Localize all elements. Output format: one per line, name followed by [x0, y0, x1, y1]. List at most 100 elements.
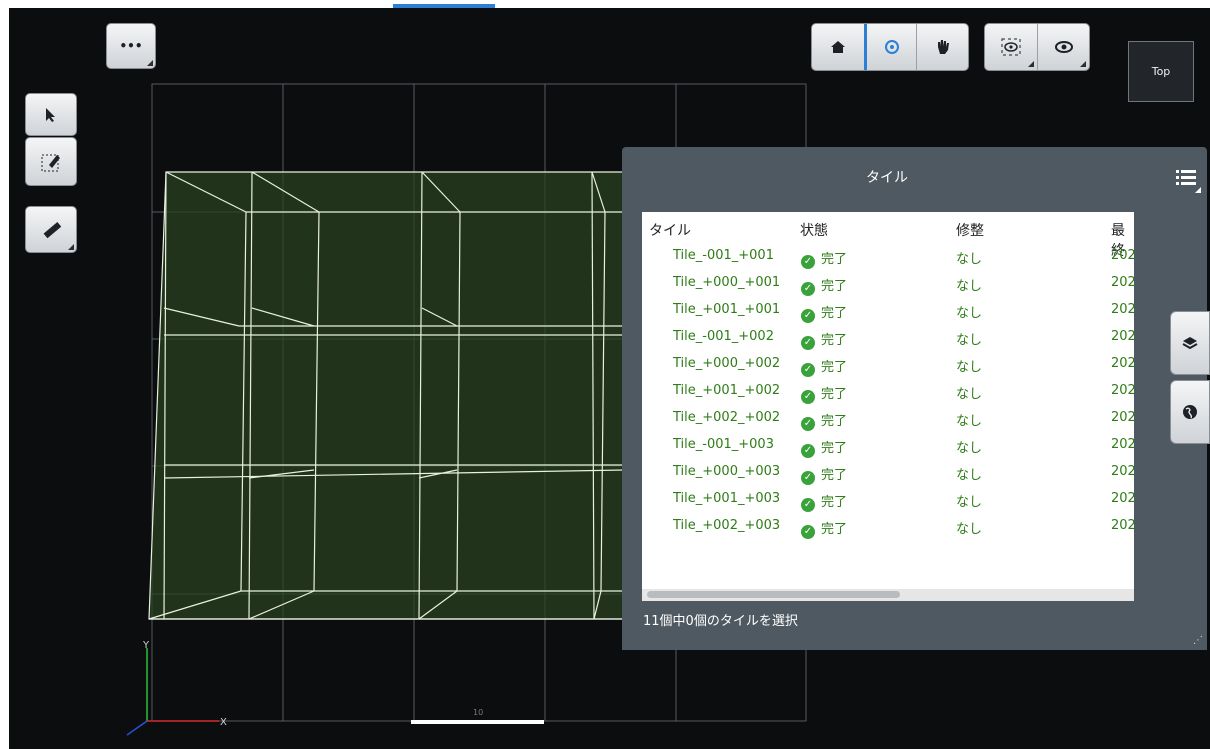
tile-name: Tile_+001_+002 [673, 383, 781, 398]
layers-tab[interactable] [1170, 311, 1210, 375]
focus-view-button[interactable] [985, 24, 1037, 70]
check-circle-icon: ✓ [801, 471, 815, 485]
check-circle-icon: ✓ [801, 336, 815, 350]
fix-cell: なし [956, 252, 983, 267]
fix-cell: なし [956, 468, 983, 483]
last-cell: 202 [1111, 275, 1134, 290]
column-header-tile[interactable]: タイル [649, 220, 691, 240]
tiles-panel: タイル タイル 状態 修整 最終 Tile_-001_+001 ✓ 完了 なし 202 T… [622, 147, 1207, 650]
table-row[interactable]: Tile_-001_+003 ✓ 完了 なし 202 [642, 433, 1134, 460]
last-cell: 202 [1111, 491, 1134, 506]
pan-button[interactable] [916, 24, 968, 70]
last-cell: 202 [1111, 329, 1134, 344]
fix-cell: なし [956, 387, 983, 402]
last-cell: 202 [1111, 437, 1134, 452]
cursor-icon [46, 107, 55, 122]
view-toolbar [984, 23, 1090, 71]
status-text: 完了 [821, 441, 848, 456]
status-cell: ✓ 完了 [801, 518, 847, 539]
tile-name: Tile_-001_+003 [673, 437, 774, 452]
visibility-button[interactable] [1037, 24, 1089, 70]
panel-title: タイル [866, 170, 908, 186]
status-text: 完了 [821, 414, 848, 429]
check-circle-icon: ✓ [801, 363, 815, 377]
status-text: 完了 [821, 333, 848, 348]
status-cell: ✓ 完了 [801, 356, 847, 377]
more-icon: ••• [119, 39, 143, 53]
tiles-table[interactable]: タイル 状態 修整 最終 Tile_-001_+001 ✓ 完了 なし 202 Tile_… [642, 212, 1134, 601]
edit-region-button[interactable] [25, 137, 77, 186]
status-text: 完了 [821, 387, 848, 402]
last-cell: 202 [1111, 248, 1134, 263]
tile-name: Tile_-001_+001 [673, 248, 774, 263]
table-row[interactable]: Tile_-001_+002 ✓ 完了 なし 202 [642, 325, 1134, 352]
table-row[interactable]: Tile_+002_+002 ✓ 完了 なし 202 [642, 406, 1134, 433]
status-cell: ✓ 完了 [801, 302, 847, 323]
status-cell: ✓ 完了 [801, 383, 847, 404]
home-view-button[interactable] [812, 24, 864, 70]
globe-icon [1183, 405, 1197, 419]
table-row[interactable]: Tile_+000_+003 ✓ 完了 なし 202 [642, 460, 1134, 487]
x-axis-label: X [220, 717, 227, 728]
tile-name: Tile_+002_+002 [673, 410, 781, 425]
home-icon [831, 41, 845, 53]
column-header-status[interactable]: 状態 [800, 220, 828, 240]
status-text: 完了 [821, 360, 848, 375]
status-text: 完了 [821, 279, 848, 294]
table-row[interactable]: Tile_+001_+001 ✓ 完了 なし 202 [642, 298, 1134, 325]
status-cell: ✓ 完了 [801, 437, 847, 458]
fix-cell: なし [956, 333, 983, 348]
table-row[interactable]: Tile_+002_+003 ✓ 完了 なし 202 [642, 514, 1134, 541]
status-cell: ✓ 完了 [801, 248, 847, 269]
last-cell: 202 [1111, 518, 1134, 533]
resize-grip[interactable]: ⋰ [1193, 635, 1203, 646]
tile-name: Tile_+000_+001 [673, 275, 781, 290]
y-axis-label: Y [142, 640, 150, 651]
eye-icon [1054, 41, 1073, 53]
table-row[interactable]: Tile_-001_+001 ✓ 完了 なし 202 [642, 244, 1134, 271]
navigation-toolbar [811, 23, 969, 71]
check-circle-icon: ✓ [801, 309, 815, 323]
layers-icon [1182, 337, 1198, 350]
fix-cell: なし [956, 495, 983, 510]
table-row[interactable]: Tile_+000_+001 ✓ 完了 なし 202 [642, 271, 1134, 298]
ruler-icon [43, 221, 61, 238]
globe-tab[interactable] [1170, 380, 1210, 444]
tile-name: Tile_+000_+003 [673, 464, 781, 479]
orbit-button[interactable] [864, 24, 916, 70]
view-cube-label: Top [1151, 65, 1171, 78]
status-text: 完了 [821, 495, 848, 510]
fix-cell: なし [956, 279, 983, 294]
status-cell: ✓ 完了 [801, 329, 847, 350]
scrollbar-thumb[interactable] [647, 591, 900, 598]
more-options-button[interactable]: ••• [106, 23, 156, 69]
last-cell: 202 [1111, 383, 1134, 398]
column-header-fix[interactable]: 修整 [956, 220, 984, 240]
table-row[interactable]: Tile_+001_+003 ✓ 完了 なし 202 [642, 487, 1134, 514]
tile-name: Tile_+001_+003 [673, 491, 781, 506]
tile-name: Tile_+001_+001 [673, 302, 781, 317]
select-tool-button[interactable] [25, 93, 77, 136]
view-cube-top[interactable]: Top [1128, 41, 1194, 102]
table-row[interactable]: Tile_+001_+002 ✓ 完了 なし 202 [642, 379, 1134, 406]
tile-volumes [148, 171, 625, 620]
horizontal-scrollbar[interactable] [642, 589, 1134, 601]
status-cell: ✓ 完了 [801, 491, 847, 512]
check-circle-icon: ✓ [801, 444, 815, 458]
tile-name: Tile_+002_+003 [673, 518, 781, 533]
focus-view-icon [1001, 38, 1021, 56]
selection-status: 11個中0個のタイルを選択 [643, 614, 798, 629]
status-text: 完了 [821, 252, 848, 267]
fix-cell: なし [956, 360, 983, 375]
status-cell: ✓ 完了 [801, 275, 847, 296]
check-circle-icon: ✓ [801, 282, 815, 296]
status-text: 完了 [821, 306, 848, 321]
panel-menu-button[interactable] [1165, 155, 1207, 199]
orbit-icon [884, 40, 899, 54]
table-header: タイル 状態 修整 最終 [642, 212, 1134, 259]
scale-bar [411, 720, 544, 724]
measure-tool-button[interactable] [25, 206, 77, 253]
check-circle-icon: ✓ [801, 498, 815, 512]
tile-block [148, 171, 625, 620]
table-row[interactable]: Tile_+000_+002 ✓ 完了 なし 202 [642, 352, 1134, 379]
